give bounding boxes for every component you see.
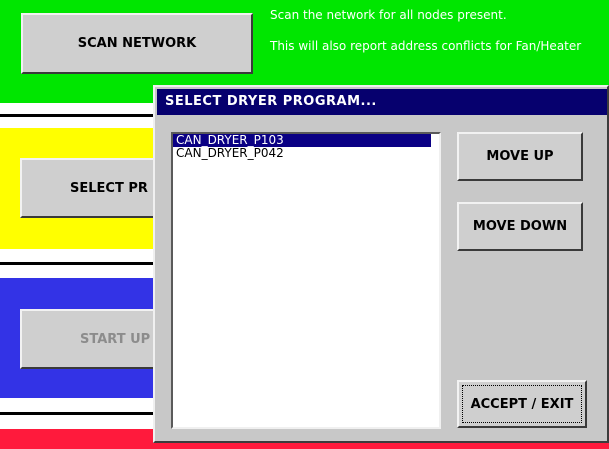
accept-exit-button[interactable]: ACCEPT / EXIT [457, 380, 587, 428]
select-program-dialog: SELECT DRYER PROGRAM... CAN_DRYER_P103 CA… [153, 85, 609, 443]
scan-description-line1: Scan the network for all nodes present. [270, 8, 507, 22]
program-listbox[interactable]: CAN_DRYER_P103 CAN_DRYER_P042 [171, 132, 441, 429]
move-up-button[interactable]: MOVE UP [457, 132, 583, 181]
program-list-item[interactable]: CAN_DRYER_P042 [173, 147, 431, 160]
scan-network-button[interactable]: SCAN NETWORK [21, 13, 253, 74]
move-down-button[interactable]: MOVE DOWN [457, 202, 583, 251]
scan-description-line2: This will also report address conflicts … [270, 39, 582, 53]
dialog-title: SELECT DRYER PROGRAM... [157, 89, 607, 115]
